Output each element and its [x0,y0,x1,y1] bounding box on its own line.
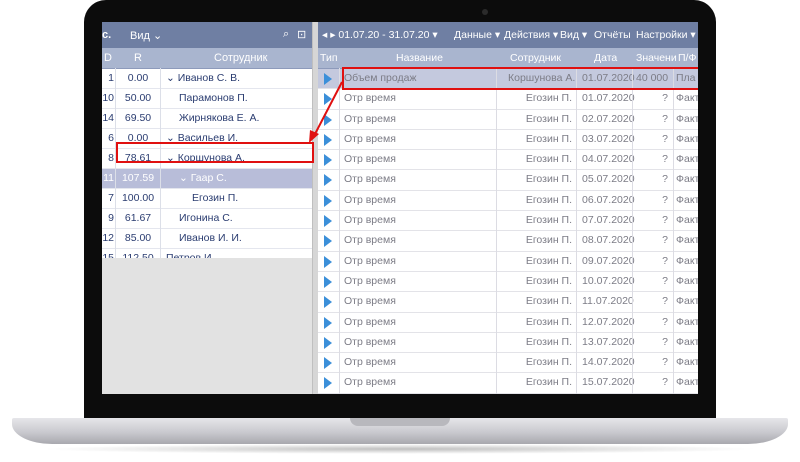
arrow-head [309,130,319,143]
app-screen: с. Вид ⌄ ⌕ ⊡ D R Сотрудник 1 0.00 ⌄ Иванов… [102,22,698,394]
arrow-line [314,81,343,135]
laptop-notch [350,418,450,426]
camera-icon [482,9,488,15]
laptop-shadow [40,444,760,454]
annotation-arrow [309,81,343,143]
